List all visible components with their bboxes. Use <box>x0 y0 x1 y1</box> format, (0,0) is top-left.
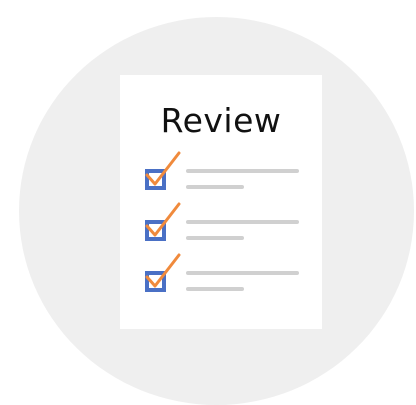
text-line-short <box>186 185 244 189</box>
checklist-item <box>120 251 322 292</box>
checkbox-checked-icon <box>145 253 181 292</box>
checkbox-checked-icon <box>145 202 181 241</box>
text-line-short <box>186 236 244 240</box>
checklist-item <box>120 200 322 241</box>
document-title: Review <box>160 101 282 140</box>
text-line-long <box>186 220 299 224</box>
text-line-long <box>186 271 299 275</box>
text-line-short <box>186 287 244 291</box>
checkbox-checked-icon <box>145 151 181 190</box>
review-document: Review <box>120 75 322 329</box>
text-line-long <box>186 169 299 173</box>
checklist-item <box>120 149 322 190</box>
